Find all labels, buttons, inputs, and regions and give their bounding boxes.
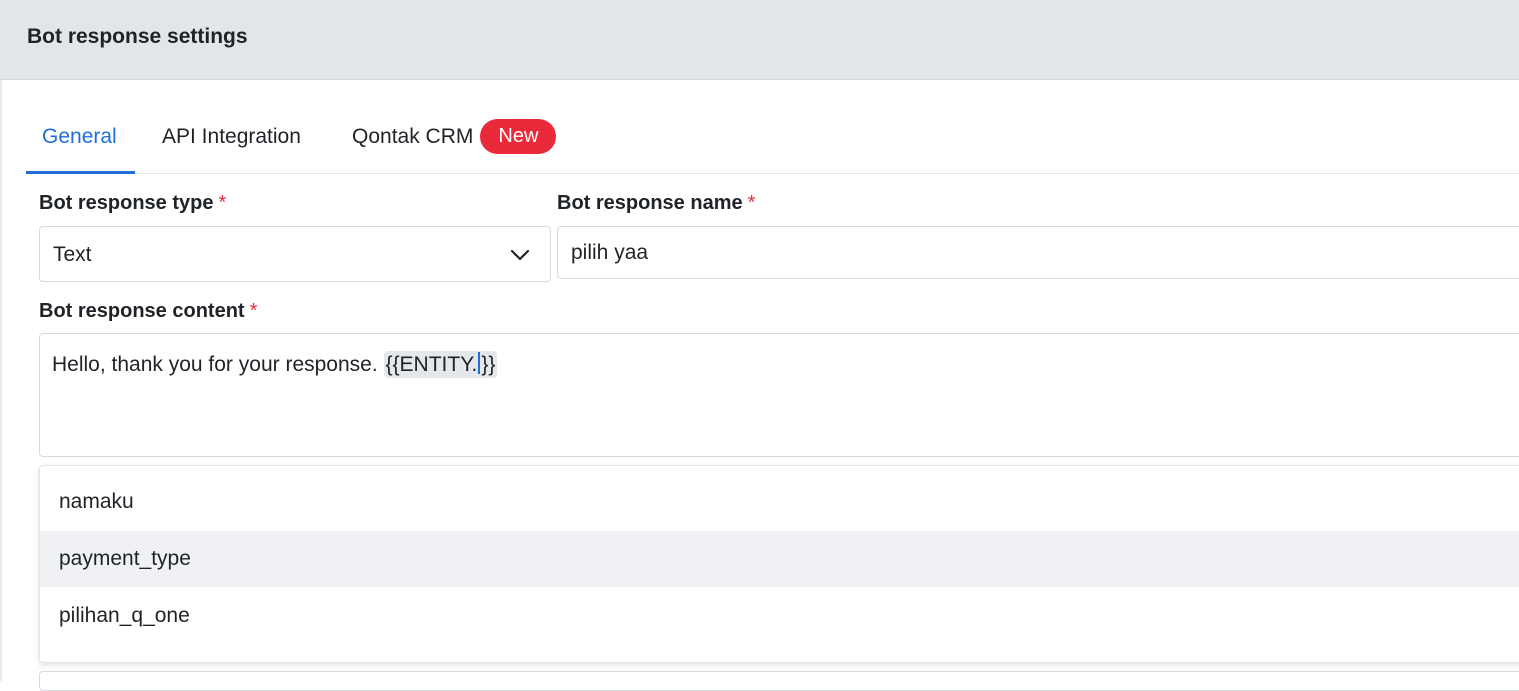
required-mark: * — [249, 300, 258, 322]
tab-general-label: General — [42, 124, 117, 148]
chevron-down-icon — [510, 249, 530, 261]
response-content-label: Bot response content * — [39, 300, 258, 322]
required-mark: * — [218, 192, 227, 214]
tab-general[interactable]: General — [42, 100, 117, 173]
required-mark: * — [747, 192, 756, 214]
next-field-edge — [39, 671, 1519, 691]
suggestion-item[interactable]: pilihan_q_one — [40, 588, 1519, 644]
panel-edge — [0, 80, 2, 681]
suggestion-item-highlighted[interactable]: payment_type — [40, 531, 1519, 587]
entity-suggestion-list: namaku payment_type pilihan_q_one — [39, 465, 1519, 663]
tab-api-integration[interactable]: API Integration — [162, 100, 301, 173]
response-type-label: Bot response type * — [39, 192, 227, 214]
response-type-value: Text — [53, 243, 92, 266]
response-name-input[interactable] — [557, 226, 1519, 279]
page-title: Bot response settings — [27, 25, 248, 48]
tab-qontak-crm[interactable]: Qontak CRM New — [352, 100, 557, 173]
response-type-select[interactable]: Text — [39, 226, 551, 282]
entity-token: {{ENTITY.}} — [383, 351, 498, 378]
response-content-editor[interactable]: Hello, thank you for your response. {{EN… — [39, 333, 1519, 457]
modal-header: Bot response settings — [0, 0, 1519, 80]
response-content-text: Hello, thank you for your response. {{EN… — [52, 351, 498, 378]
response-name-label: Bot response name * — [557, 192, 756, 214]
suggestion-item[interactable]: namaku — [40, 474, 1519, 530]
active-tab-indicator — [26, 171, 135, 174]
tab-qontak-crm-label: Qontak CRM — [352, 124, 474, 148]
tab-bar: General API Integration Qontak CRM New — [26, 100, 1519, 174]
tab-api-integration-label: API Integration — [162, 124, 301, 148]
new-badge: New — [480, 119, 557, 154]
